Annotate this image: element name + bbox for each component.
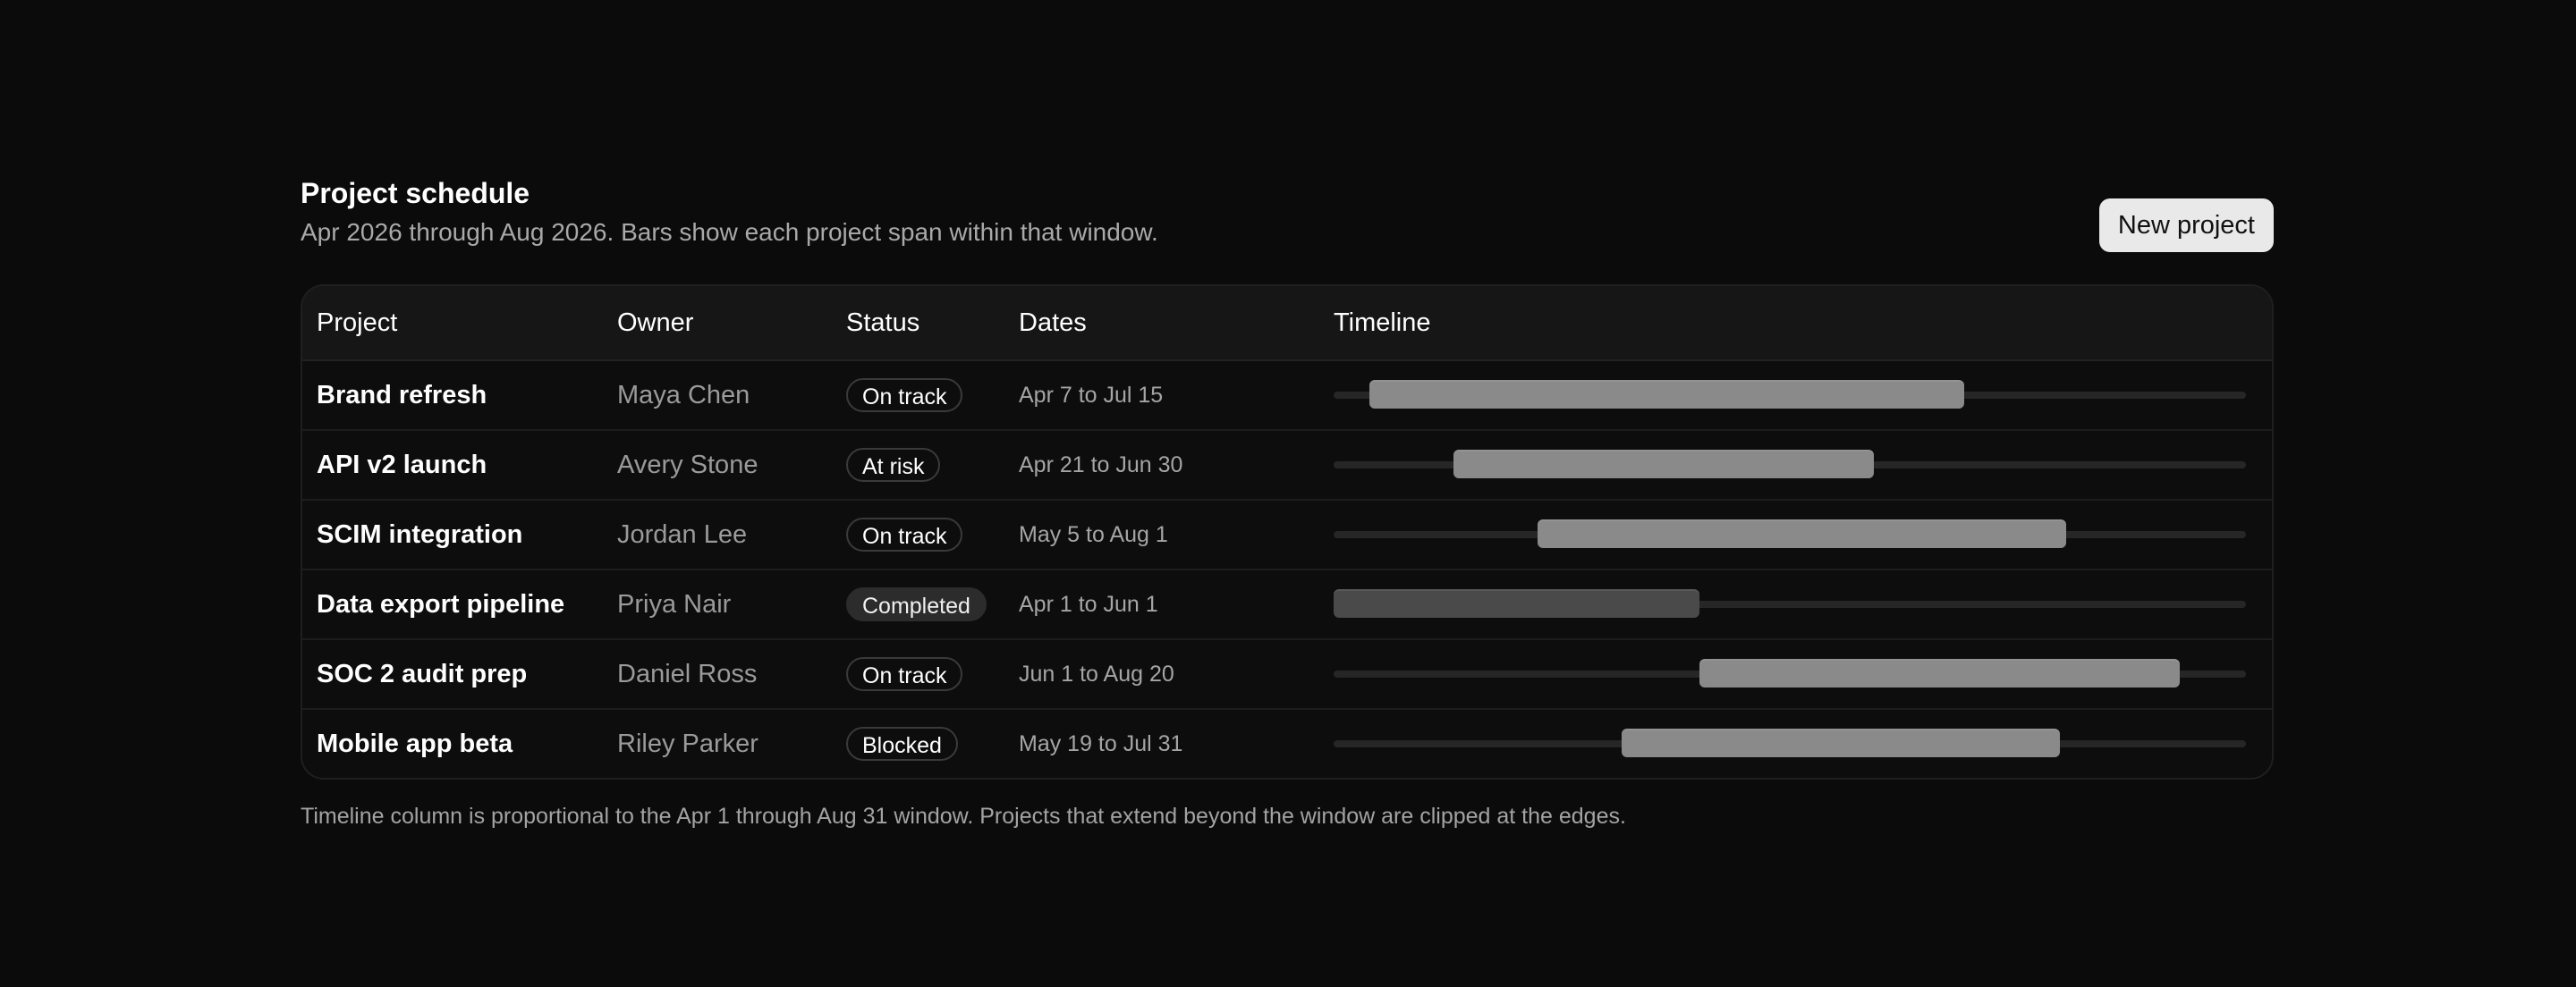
timeline-cell xyxy=(1334,450,2272,478)
timeline-bar[interactable] xyxy=(1334,589,1700,618)
table-row[interactable]: SCIM integration Jordan Lee On track May 5 … xyxy=(302,501,2272,570)
table-row[interactable]: Data export pipeline Priya Nair Completed A… xyxy=(302,570,2272,640)
project-owner: Maya Chen xyxy=(617,380,750,409)
table-row[interactable]: Mobile app beta Riley Parker Blocked May 19… xyxy=(302,710,2272,778)
page-subtitle: Apr 2026 through Aug 2026. Bars show eac… xyxy=(301,218,1158,246)
table-row[interactable]: API v2 launch Avery Stone At risk Apr 21 to… xyxy=(302,431,2272,501)
project-name[interactable]: Data export pipeline xyxy=(302,590,617,620)
column-header-owner[interactable]: Owner xyxy=(617,308,846,338)
timeline-footnote: Timeline column is proportional to the A… xyxy=(301,804,1626,829)
timeline-track xyxy=(1334,589,2246,618)
project-schedule-panel: Project schedule Apr 2026 through Aug 20… xyxy=(301,173,2274,831)
status-badge: On track xyxy=(846,378,963,412)
status-cell: At risk xyxy=(846,448,1019,482)
status-badge: Completed xyxy=(846,587,987,621)
status-badge: At risk xyxy=(846,448,941,482)
project-name[interactable]: Mobile app beta xyxy=(302,730,617,759)
status-badge: Blocked xyxy=(846,727,958,761)
timeline-track xyxy=(1334,729,2246,757)
status-badge: On track xyxy=(846,518,963,552)
new-project-button[interactable]: New project xyxy=(2098,198,2274,252)
column-header-timeline[interactable]: Timeline xyxy=(1334,308,2272,338)
project-name[interactable]: SOC 2 audit prep xyxy=(302,660,617,689)
project-dates: Apr 21 to Jun 30 xyxy=(1019,451,1183,477)
project-owner: Jordan Lee xyxy=(617,519,748,549)
timeline-cell xyxy=(1334,519,2272,548)
status-cell: On track xyxy=(846,518,1019,552)
table-row[interactable]: SOC 2 audit prep Daniel Ross On track Jun 1… xyxy=(302,640,2272,710)
page-title: Project schedule xyxy=(301,177,530,209)
project-name[interactable]: API v2 launch xyxy=(302,451,617,480)
timeline-bar[interactable] xyxy=(1622,729,2060,757)
timeline-track xyxy=(1334,519,2246,548)
project-dates: May 19 to Jul 31 xyxy=(1019,730,1183,756)
column-header-project[interactable]: Project xyxy=(302,308,617,338)
timeline-cell xyxy=(1334,589,2272,618)
timeline-cell xyxy=(1334,659,2272,688)
project-dates: Apr 1 to Jun 1 xyxy=(1019,591,1158,617)
status-badge: On track xyxy=(846,657,963,691)
table-body: Brand refresh Maya Chen On track Apr 7 to J… xyxy=(302,361,2272,778)
timeline-bar[interactable] xyxy=(1538,519,2066,548)
column-header-status[interactable]: Status xyxy=(846,308,1019,338)
project-dates: Apr 7 to Jul 15 xyxy=(1019,382,1164,408)
project-owner: Priya Nair xyxy=(617,589,732,619)
timeline-bar[interactable] xyxy=(1699,659,2181,688)
timeline-track xyxy=(1334,450,2246,478)
project-owner: Daniel Ross xyxy=(617,659,758,688)
project-name[interactable]: SCIM integration xyxy=(302,520,617,550)
project-owner: Riley Parker xyxy=(617,729,758,758)
status-cell: Blocked xyxy=(846,727,1019,761)
timeline-bar[interactable] xyxy=(1369,380,1964,409)
table-row[interactable]: Brand refresh Maya Chen On track Apr 7 to J… xyxy=(302,361,2272,431)
project-name[interactable]: Brand refresh xyxy=(302,381,617,410)
status-cell: Completed xyxy=(846,587,1019,621)
status-cell: On track xyxy=(846,378,1019,412)
timeline-cell xyxy=(1334,380,2272,409)
project-dates: Jun 1 to Aug 20 xyxy=(1019,661,1174,687)
project-owner: Avery Stone xyxy=(617,450,758,479)
project-dates: May 5 to Aug 1 xyxy=(1019,521,1168,547)
timeline-bar[interactable] xyxy=(1453,450,1874,478)
table-header: Project Owner Status Dates Timeline xyxy=(302,286,2272,361)
timeline-track xyxy=(1334,659,2246,688)
timeline-cell xyxy=(1334,729,2272,757)
schedule-table: Project Owner Status Dates Timeline Bran… xyxy=(301,284,2274,780)
panel-header: Project schedule Apr 2026 through Aug 20… xyxy=(301,173,2274,284)
status-cell: On track xyxy=(846,657,1019,691)
column-header-dates[interactable]: Dates xyxy=(1019,308,1334,338)
timeline-track xyxy=(1334,380,2246,409)
